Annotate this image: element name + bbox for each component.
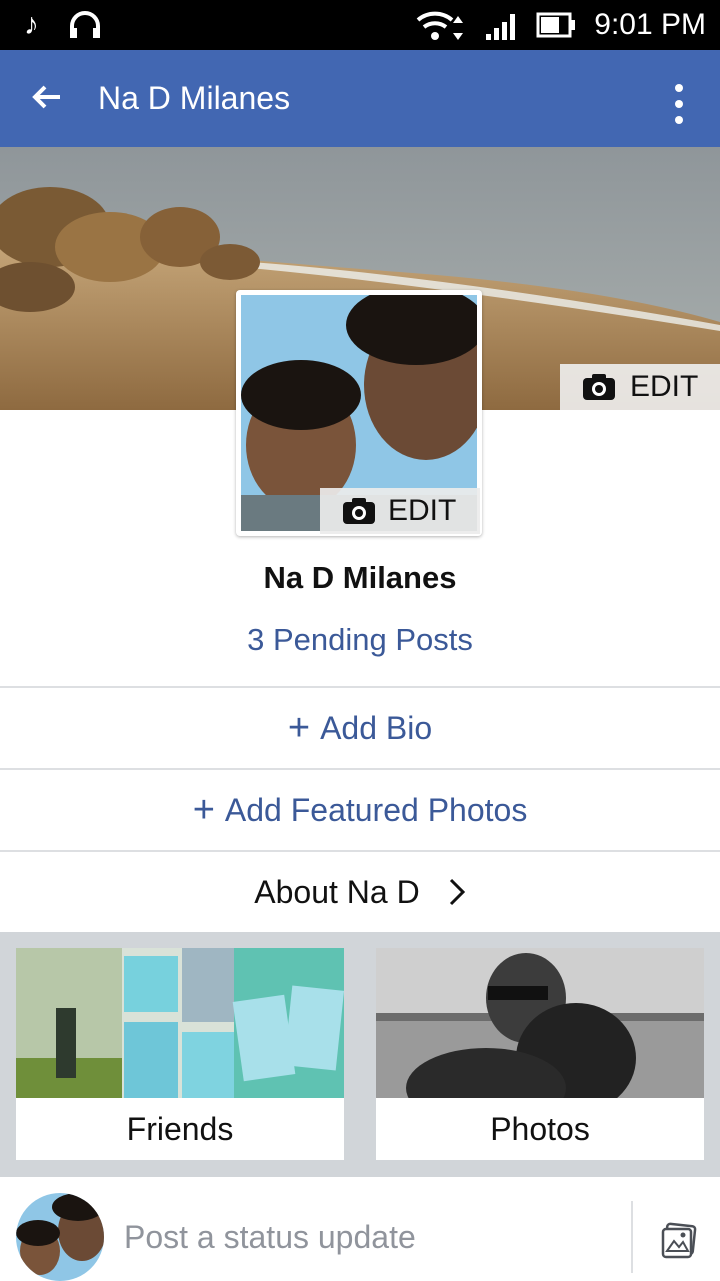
photos-preview: [376, 948, 704, 1098]
friends-card[interactable]: Friends: [16, 948, 344, 1160]
photos-card[interactable]: Photos: [376, 948, 704, 1160]
headphones-icon: [70, 11, 100, 38]
friends-collage: [16, 948, 344, 1098]
status-composer: Post a status update: [0, 1177, 720, 1281]
wifi-icon: [416, 11, 463, 40]
pending-posts-link[interactable]: 3 Pending Posts: [0, 622, 720, 658]
composer-avatar: [16, 1193, 104, 1281]
plus-icon: +: [192, 788, 215, 831]
add-featured-photos-label: Add Featured Photos: [224, 791, 528, 828]
plus-icon: +: [287, 706, 311, 749]
add-featured-photos-button[interactable]: + Add Featured Photos: [0, 768, 720, 850]
about-label: About Na D: [254, 873, 420, 910]
add-photo-icon[interactable]: [660, 1221, 698, 1259]
back-arrow-icon[interactable]: [30, 80, 64, 114]
clock: 9:01 PM: [594, 8, 706, 41]
battery-icon: [536, 12, 575, 38]
photos-label: Photos: [490, 1111, 590, 1147]
profile-edit-label: EDIT: [388, 494, 457, 527]
chevron-right-icon: [449, 878, 465, 906]
about-button[interactable]: About Na D: [0, 850, 720, 932]
more-options-icon[interactable]: [674, 84, 684, 124]
signal-icon: [486, 14, 515, 40]
cover-edit-label: EDIT: [630, 370, 699, 403]
divider: [631, 1201, 633, 1273]
music-note-icon: ♪: [24, 8, 39, 41]
add-bio-button[interactable]: + Add Bio: [0, 686, 720, 768]
friends-label: Friends: [126, 1111, 234, 1147]
add-bio-label: Add Bio: [320, 709, 433, 746]
page-title: Na D Milanes: [98, 80, 291, 116]
camera-icon: [343, 498, 375, 524]
app-bar: Na D Milanes: [0, 50, 720, 147]
profile-name: Na D Milanes: [263, 560, 457, 595]
camera-icon: [583, 374, 615, 400]
status-input[interactable]: Post a status update: [124, 1219, 416, 1256]
cover-edit-button[interactable]: EDIT: [560, 364, 720, 410]
status-bar: ♪ 9:01 PM: [0, 0, 720, 50]
profile-picture-edit-button[interactable]: EDIT: [320, 488, 480, 534]
